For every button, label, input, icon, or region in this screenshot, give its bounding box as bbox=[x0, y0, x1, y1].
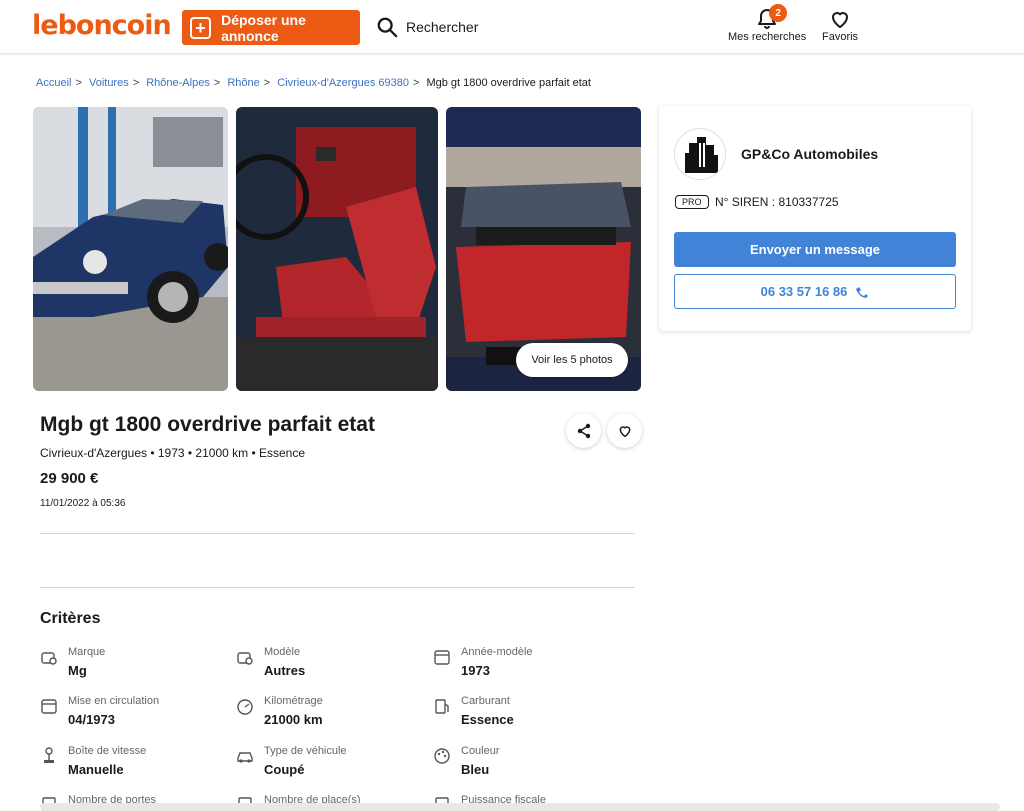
phone-icon bbox=[856, 286, 869, 298]
share-button[interactable] bbox=[566, 413, 601, 448]
breadcrumb: Accueil > Voitures > Rhône-Alpes > Rhône > C… bbox=[36, 77, 591, 89]
speedometer-icon bbox=[237, 699, 253, 715]
notification-badge: 2 bbox=[769, 4, 788, 22]
fuel-icon bbox=[435, 699, 449, 714]
seller-name[interactable]: GP&Co Automobiles bbox=[741, 146, 878, 162]
see-all-photos-button[interactable]: Voir les 5 photos bbox=[516, 343, 628, 377]
my-searches-link[interactable]: 2 Mes recherches bbox=[728, 4, 807, 43]
car-type-icon bbox=[237, 752, 253, 763]
ad-subtitle: Civrieux-d'Azergues • 1973 • 21000 km • … bbox=[40, 446, 306, 460]
car-model-icon bbox=[237, 652, 253, 665]
gearshift-icon bbox=[44, 747, 54, 763]
criteria-item: Couleur Bleu bbox=[433, 745, 623, 785]
site-logo[interactable]: leboncoin bbox=[32, 10, 172, 41]
criteria-item: Type de véhicule Coupé bbox=[236, 745, 426, 785]
horizontal-scrollbar[interactable] bbox=[40, 803, 1000, 811]
breadcrumb-link[interactable]: Accueil bbox=[36, 77, 71, 89]
criteria-item: Kilométrage 21000 km bbox=[236, 695, 426, 735]
favorite-ad-button[interactable] bbox=[607, 413, 642, 448]
post-ad-label: Déposer une annonce bbox=[221, 11, 306, 44]
criteria-title: Critères bbox=[40, 610, 101, 627]
favorites-label: Favoris bbox=[822, 31, 859, 43]
favorites-link[interactable]: Favoris bbox=[822, 7, 858, 43]
plus-icon: + bbox=[190, 16, 212, 39]
calendar-icon bbox=[41, 699, 57, 714]
criteria-item: Marque Mg bbox=[40, 646, 230, 686]
photo-car-exterior[interactable] bbox=[33, 107, 228, 391]
search-label: Rechercher bbox=[406, 19, 479, 35]
criteria-item: Carburant Essence bbox=[433, 695, 623, 735]
site-header: leboncoin + Déposer une annonce Recherch… bbox=[0, 0, 1024, 54]
criteria-item: Boîte de vitesse Manuelle bbox=[40, 745, 230, 785]
send-message-button[interactable]: Envoyer un message bbox=[674, 232, 956, 267]
car-brand-icon bbox=[41, 652, 57, 665]
divider bbox=[40, 587, 635, 588]
heart-icon bbox=[832, 12, 849, 28]
seller-siren: N° SIREN : 810337725 bbox=[715, 195, 839, 209]
phone-number: 06 33 57 16 86 bbox=[760, 284, 848, 299]
breadcrumb-current: Mgb gt 1800 overdrive parfait etat bbox=[426, 77, 591, 89]
ad-price: 29 900 € bbox=[40, 470, 99, 487]
criteria-item: Année-modèle 1973 bbox=[433, 646, 623, 686]
pro-badge: PRO bbox=[675, 195, 709, 209]
my-searches-label: Mes recherches bbox=[728, 31, 807, 43]
seller-avatar[interactable] bbox=[674, 128, 726, 180]
breadcrumb-link[interactable]: Civrieux-d'Azergues 69380 bbox=[277, 77, 409, 89]
breadcrumb-link[interactable]: Rhône bbox=[227, 77, 259, 89]
seller-card: GP&Co Automobiles PRO N° SIREN : 8103377… bbox=[659, 106, 971, 331]
criteria-item: Modèle Autres bbox=[236, 646, 426, 686]
photo-car-interior[interactable] bbox=[236, 107, 438, 391]
calendar-icon bbox=[434, 650, 450, 665]
ad-date: 11/01/2022 à 05:36 bbox=[40, 498, 126, 509]
share-icon bbox=[577, 423, 590, 438]
breadcrumb-link[interactable]: Rhône-Alpes bbox=[146, 77, 210, 89]
criteria-item: Mise en circulation 04/1973 bbox=[40, 695, 230, 735]
heart-icon bbox=[619, 425, 630, 437]
palette-icon bbox=[434, 748, 450, 764]
post-ad-button[interactable]: + Déposer une annonce bbox=[182, 10, 360, 45]
phone-button[interactable]: 06 33 57 16 86 bbox=[674, 274, 956, 309]
search-link[interactable]: Rechercher bbox=[376, 16, 478, 38]
ad-title: Mgb gt 1800 overdrive parfait etat bbox=[40, 413, 375, 436]
search-icon bbox=[377, 17, 398, 38]
divider bbox=[40, 533, 635, 534]
breadcrumb-link[interactable]: Voitures bbox=[89, 77, 129, 89]
